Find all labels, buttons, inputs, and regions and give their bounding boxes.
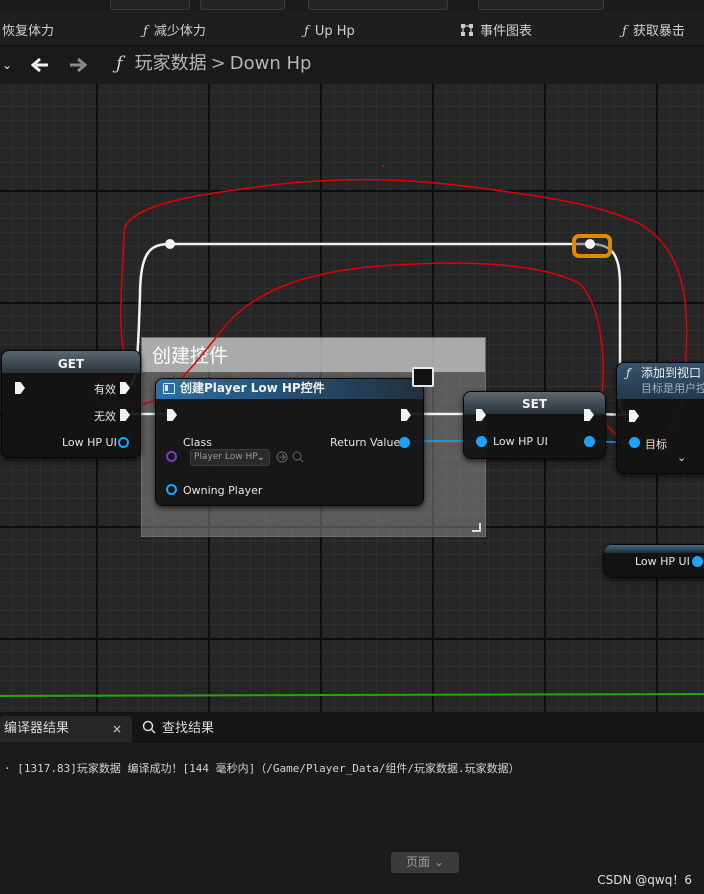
function-tab-label: 减少体力 [153, 24, 206, 39]
function-tabs-bar: 恢复体力 ƒ 减少体力 ƒ Up Hp 事件图表 ƒ 获取暴击 [0, 12, 704, 46]
function-tab-get-crit[interactable]: ƒ 获取暴击 [622, 12, 685, 46]
set-node-title: SET [464, 392, 605, 414]
get-node-title: GET [2, 351, 140, 373]
breadcrumb-function[interactable]: Down Hp [230, 53, 312, 74]
chevron-down-icon: ⌄ [433, 855, 444, 869]
close-icon[interactable]: × [112, 716, 122, 742]
breadcrumb: ƒ 玩家数据 > Down Hp [116, 46, 311, 84]
object-output-pin[interactable] [584, 436, 595, 447]
owning-player-input-pin[interactable] [166, 484, 177, 495]
class-select-value: Player Low HP [194, 452, 258, 462]
breadcrumb-blueprint[interactable]: 玩家数据 [135, 53, 207, 74]
back-arrow-icon[interactable] [28, 54, 52, 76]
add-to-viewport-node-header: ƒ 添加到视口 目标是用户控 [617, 363, 704, 399]
bottom-panel: 编译器结果 × 查找结果 · [1317.83]玩家数据 编译成功！[144 毫… [0, 712, 704, 894]
add-to-viewport-node-title: 添加到视口 [641, 366, 702, 380]
exec-output-pin[interactable] [401, 409, 411, 421]
variable-node-label: Low HP UI [635, 555, 690, 568]
function-tab-reduce-stamina[interactable]: ƒ 减少体力 [143, 12, 206, 46]
object-output-pin[interactable] [692, 556, 703, 567]
use-selected-asset-icon[interactable] [276, 451, 288, 463]
monitor-icon [412, 367, 434, 387]
exec-output-valid-pin[interactable] [120, 382, 130, 394]
forward-arrow-icon[interactable] [66, 54, 90, 76]
graph-breadcrumb-bar: ⌄ ƒ 玩家数据 > Down Hp [0, 46, 704, 84]
pin-label-return-value: Return Value [330, 436, 401, 449]
exec-output-invalid-pin[interactable] [120, 409, 130, 421]
exec-input-pin[interactable] [167, 409, 177, 421]
create-widget-node-header: 创建Player Low HP控件 [156, 379, 423, 399]
toolbar-button-partial[interactable] [110, 0, 190, 10]
reroute-knot[interactable] [165, 239, 175, 249]
tab-compiler-results[interactable]: 编译器结果 × [0, 716, 132, 742]
toolbar-button-partial[interactable] [200, 0, 285, 10]
return-value-output-pin[interactable] [399, 437, 410, 448]
get-node[interactable]: GET 有效 无效 Low HP UI [1, 350, 141, 458]
graph-green-line [0, 693, 704, 697]
pin-label-class: Class [183, 436, 212, 449]
breadcrumb-separator: > [210, 53, 226, 74]
main-toolbar-partial [0, 0, 704, 12]
function-tab-label: 事件图表 [480, 24, 533, 39]
function-icon: ƒ [143, 24, 148, 39]
exec-input-pin[interactable] [15, 382, 25, 394]
chevron-down-icon[interactable]: ⌄ [0, 54, 14, 76]
bottom-tab-bar: 编译器结果 × 查找结果 [0, 712, 704, 742]
function-tab-event-graph[interactable]: 事件图表 [460, 12, 532, 46]
page-button-label: 页面 [406, 855, 431, 869]
play-controls-partial[interactable] [308, 0, 448, 10]
variable-node-accent [604, 545, 704, 553]
annotation-dot [381, 164, 385, 168]
exec-input-pin[interactable] [629, 410, 639, 422]
tab-find-results[interactable]: 查找结果 [142, 716, 214, 742]
function-tab-label: Up Hp [314, 24, 355, 39]
tab-label: 编译器结果 [4, 721, 70, 736]
function-icon: ƒ [622, 24, 627, 39]
class-select[interactable]: Player Low HP ⌄ [190, 449, 270, 466]
browse-search-icon[interactable] [292, 451, 304, 463]
function-icon: ƒ [626, 366, 631, 380]
event-graph-icon [461, 24, 473, 36]
pin-label-target: 目标 [645, 438, 667, 451]
function-icon: ƒ [304, 24, 309, 39]
blueprint-graph-canvas[interactable]: 创建控件 GET 有效 无效 Low HP UI 创建Player Low HP… [0, 84, 704, 712]
create-widget-node[interactable]: 创建Player Low HP控件 Class Player Low HP ⌄ R… [155, 378, 424, 506]
function-tab-restore-stamina[interactable]: 恢复体力 [2, 12, 54, 46]
page-dropdown-button[interactable]: 页面 ⌄ [391, 852, 459, 873]
object-input-pin[interactable] [476, 436, 487, 447]
low-hp-ui-variable-node[interactable]: Low HP UI [603, 544, 704, 578]
function-tab-label: 获取暴击 [632, 24, 685, 39]
pin-label-invalid: 无效 [94, 410, 116, 423]
chevron-down-icon[interactable]: ⌄ [677, 451, 686, 464]
pin-label-owning-player: Owning Player [183, 484, 263, 497]
chevron-down-icon: ⌄ [256, 452, 265, 463]
compiler-log-line: · [1317.83]玩家数据 编译成功！[144 毫秒内]（/Game/Pla… [4, 762, 520, 775]
pin-label-valid: 有效 [94, 383, 116, 396]
widget-icon [163, 383, 175, 394]
pin-label-low-hp-ui: Low HP UI [493, 435, 548, 448]
add-to-viewport-node-subtitle: 目标是用户控 [641, 382, 704, 395]
pin-label-low-hp-ui: Low HP UI [62, 436, 117, 449]
watermark: CSDN @qwq！6 [597, 873, 692, 887]
function-icon: ƒ [116, 53, 123, 74]
set-node[interactable]: SET Low HP UI [463, 391, 606, 459]
class-input-pin[interactable] [166, 451, 177, 462]
function-tab-label: 恢复体力 [2, 24, 55, 39]
create-widget-node-title: 创建Player Low HP控件 [180, 381, 325, 395]
target-input-pin[interactable] [629, 437, 640, 448]
search-icon [142, 720, 156, 734]
add-to-viewport-node[interactable]: ƒ 添加到视口 目标是用户控 目标 ⌄ [616, 362, 704, 474]
function-tab-up-hp[interactable]: ƒ Up Hp [304, 12, 355, 46]
reroute-knot[interactable] [585, 239, 595, 249]
tab-label: 查找结果 [162, 721, 215, 736]
object-output-pin[interactable] [118, 437, 129, 448]
debug-object-dropdown-partial[interactable] [478, 0, 604, 10]
